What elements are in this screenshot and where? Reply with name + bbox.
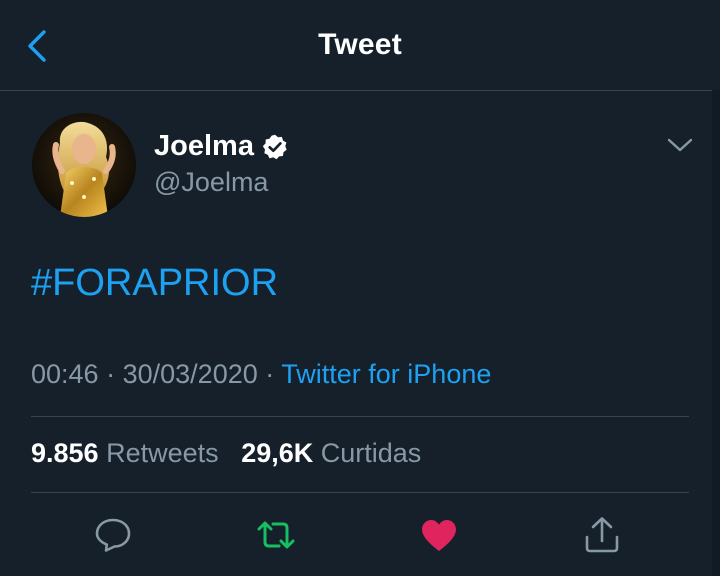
retweets-label: Retweets — [106, 438, 219, 468]
chevron-down-icon — [667, 138, 693, 152]
likes-stat[interactable]: 29,6K Curtidas — [241, 438, 421, 468]
verified-badge-icon — [262, 134, 287, 160]
tweet-source-link[interactable]: Twitter for iPhone — [281, 359, 491, 389]
comment-icon — [95, 518, 131, 552]
meta-separator: · — [106, 359, 116, 389]
tweet-options-button[interactable] — [664, 132, 696, 158]
author-name-row: Joelma — [154, 128, 289, 164]
retweets-count: 9.856 — [31, 438, 99, 468]
share-button[interactable] — [581, 514, 623, 556]
tweet-time: 00:46 — [31, 359, 99, 389]
page-title: Tweet — [318, 28, 402, 61]
retweets-stat[interactable]: 9.856 Retweets — [31, 438, 226, 468]
scroll-track — [712, 90, 720, 576]
retweet-icon — [257, 521, 295, 549]
tweet-date: 30/03/2020 — [122, 359, 258, 389]
author-display-name[interactable]: Joelma — [154, 130, 254, 163]
like-button[interactable] — [418, 514, 460, 556]
meta-separator: · — [265, 359, 275, 389]
avatar[interactable] — [32, 113, 136, 217]
heart-icon — [422, 520, 456, 551]
tweet-stats: 9.856 Retweets 29,6K Curtidas — [31, 438, 421, 469]
tweet-hashtag[interactable]: #FORAPRIOR — [31, 262, 278, 305]
share-icon — [585, 517, 619, 553]
profile-photo — [32, 113, 136, 217]
divider — [31, 416, 689, 417]
likes-count: 29,6K — [241, 438, 314, 468]
author-handle[interactable]: @Joelma — [154, 167, 268, 198]
reply-button[interactable] — [92, 514, 134, 556]
tweet-meta: 00:46 · 30/03/2020 · Twitter for iPhone — [31, 359, 491, 390]
retweet-button[interactable] — [255, 514, 297, 556]
likes-label: Curtidas — [320, 438, 422, 468]
divider — [31, 492, 689, 493]
top-bar: Tweet — [0, 0, 720, 91]
